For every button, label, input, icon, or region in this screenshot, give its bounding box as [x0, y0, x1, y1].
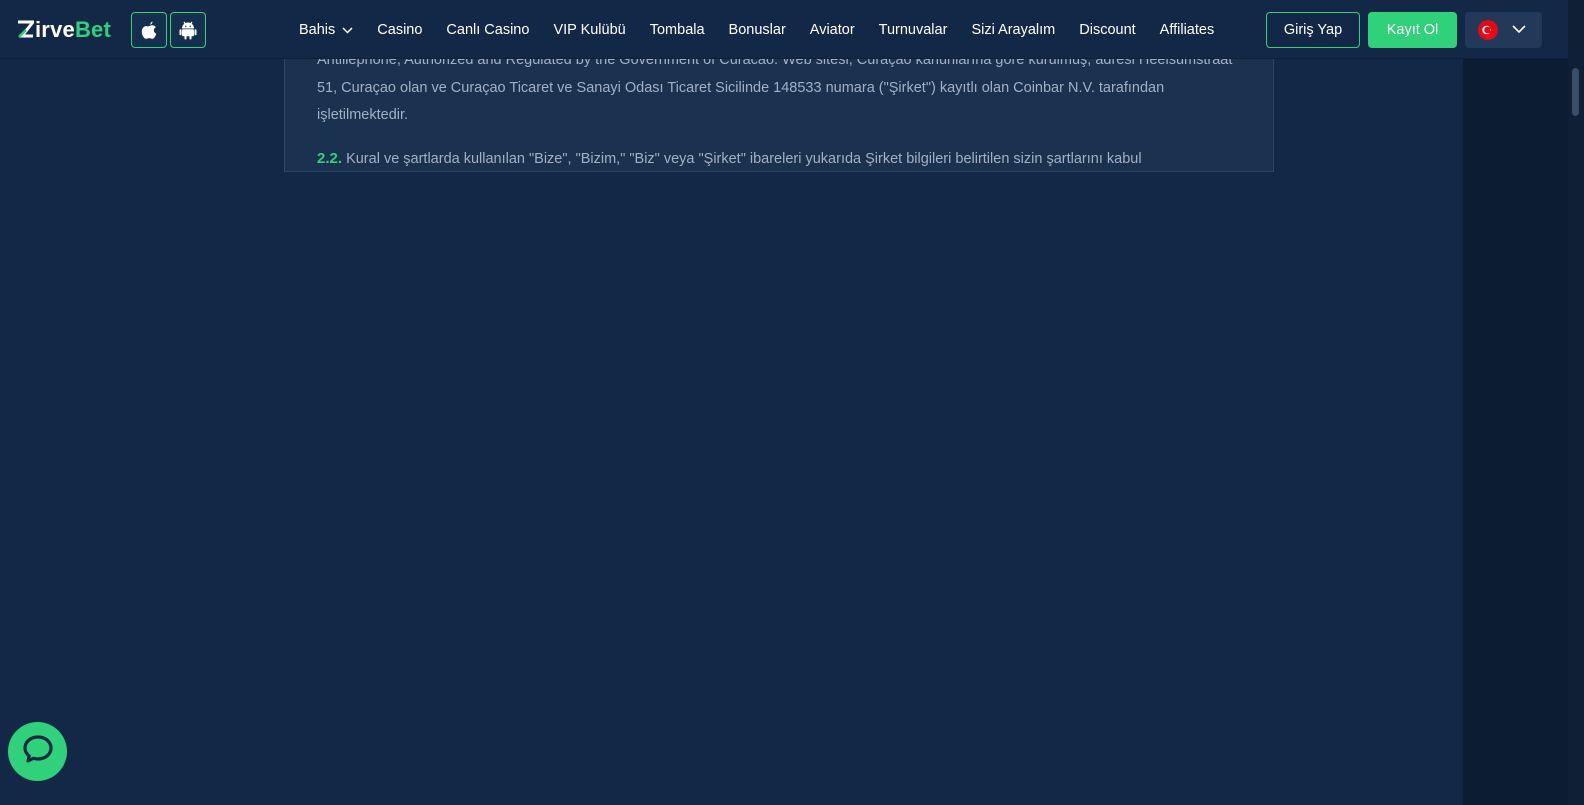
chat-icon [22, 735, 53, 768]
nav-item-casino[interactable]: Casino [377, 22, 422, 38]
scrollbar-thumb[interactable] [1572, 68, 1579, 116]
nav-item-sizi-arayalim[interactable]: Sizi Arayalım [971, 22, 1055, 38]
live-chat-button[interactable] [8, 722, 67, 781]
nav-item-bahis[interactable]: Bahis [299, 22, 353, 38]
section-number: 2.2. [317, 149, 343, 167]
nav-item-affiliates[interactable]: Affiliates [1160, 22, 1215, 38]
turkey-flag-icon [1478, 20, 1498, 40]
top-header: irve Bet Bahis Casino Canlı Casino VIP K… [0, 0, 1568, 59]
page-scrollbar[interactable] [1568, 0, 1584, 805]
login-button[interactable]: Giriş Yap [1266, 12, 1360, 48]
android-app-button[interactable] [170, 12, 206, 48]
terms-text: Antillephone, Authorized and Regulated b… [317, 47, 1247, 172]
nav-item-label: Bahis [299, 21, 336, 38]
apple-icon [141, 21, 157, 40]
ios-app-button[interactable] [131, 12, 167, 48]
chevron-down-icon [342, 22, 353, 38]
register-button[interactable]: Kayıt Ol [1368, 12, 1457, 48]
android-icon [179, 21, 197, 40]
terms-paragraph: 2.2. Kural ve şartlarda kullanılan "Bize… [317, 145, 1247, 172]
nav-item-aviator[interactable]: Aviator [810, 22, 855, 38]
nav-item-discount[interactable]: Discount [1079, 22, 1135, 38]
nav-item-canli-casino[interactable]: Canlı Casino [446, 22, 529, 38]
nav-item-vip-kulubu[interactable]: VIP Kulübü [553, 22, 625, 38]
terms-paragraph-text: Kural ve şartlarda kullanılan "Bize", "B… [346, 150, 1142, 167]
right-side-panel [1463, 59, 1568, 805]
logo-text-green: Bet [74, 17, 112, 42]
chevron-down-icon [1512, 21, 1526, 39]
nav-item-tombala[interactable]: Tombala [650, 22, 705, 38]
language-selector[interactable] [1465, 12, 1542, 48]
logo[interactable]: irve Bet [17, 15, 111, 45]
nav-item-bonuslar[interactable]: Bonuslar [729, 22, 786, 38]
main-nav: Bahis Casino Canlı Casino VIP Kulübü Tom… [299, 0, 1238, 59]
logo-z-mark-icon [17, 19, 34, 41]
terms-paragraph: Antillephone, Authorized and Regulated b… [317, 52, 1233, 123]
nav-item-turnuvalar[interactable]: Turnuvalar [879, 22, 948, 38]
page: Antillephone, Authorized and Regulated b… [0, 0, 1584, 805]
logo-text-white: irve [35, 17, 75, 42]
